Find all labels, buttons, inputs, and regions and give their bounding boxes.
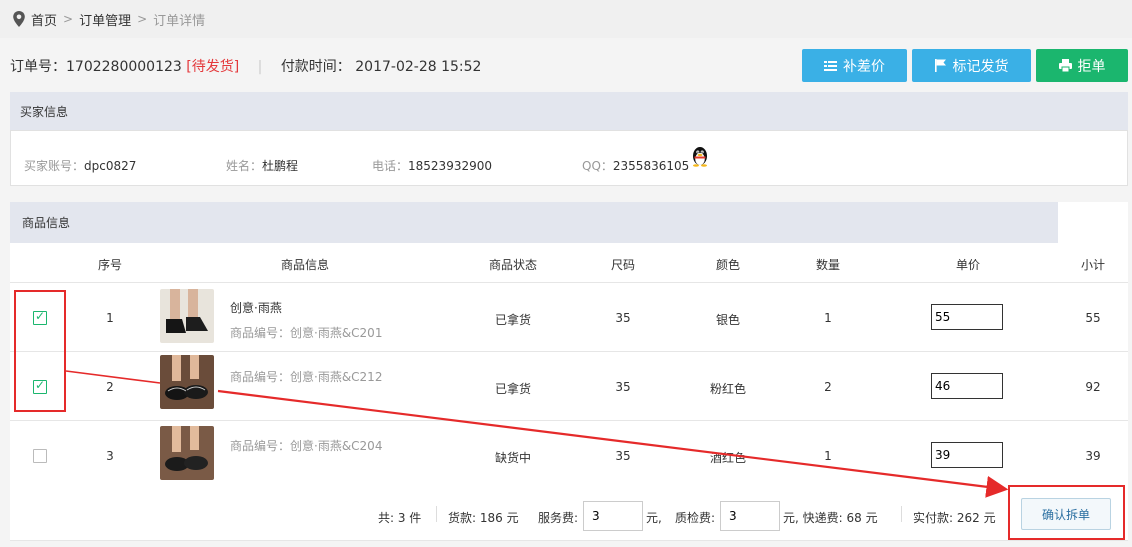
breadcrumb-separator: > bbox=[137, 12, 148, 26]
col-color: 颜色 bbox=[715, 258, 740, 272]
row-index: 1 bbox=[106, 311, 114, 325]
unit-price-input[interactable]: 46 bbox=[931, 373, 1003, 399]
qq-penguin-icon[interactable] bbox=[690, 145, 710, 167]
row-index: 3 bbox=[106, 449, 114, 463]
service-fee-input[interactable]: 3 bbox=[583, 501, 643, 531]
divider bbox=[436, 506, 437, 522]
row-color: 粉红色 bbox=[709, 382, 746, 396]
row-status: 缺货中 bbox=[494, 451, 531, 465]
pay-time-label: 付款时间： bbox=[280, 59, 351, 75]
product-code: 商品编号：创意·雨燕&C201 bbox=[230, 326, 383, 340]
breadcrumb-separator: > bbox=[63, 12, 74, 26]
goods-panel-title-text: 商品信息 bbox=[22, 216, 71, 230]
breadcrumb-orders-link[interactable]: 订单管理 bbox=[79, 10, 131, 29]
list-icon bbox=[824, 60, 837, 71]
buyer-panel-title-text: 买家信息 bbox=[20, 104, 69, 119]
supplement-price-label: 补差价 bbox=[843, 58, 885, 75]
col-quantity: 数量 bbox=[815, 258, 840, 272]
col-unit-price: 单价 bbox=[955, 258, 980, 272]
unit-price-input[interactable]: 55 bbox=[931, 304, 1003, 330]
express-fee: 元, 快递费: 68 元 bbox=[783, 511, 878, 525]
buyer-name-label: 姓名： bbox=[226, 159, 263, 173]
buyer-account: 买家账号：dpc0827 bbox=[24, 157, 136, 174]
product-image bbox=[160, 289, 214, 343]
buyer-name: 姓名：杜鹏程 bbox=[226, 157, 298, 174]
row-subtotal: 55 bbox=[1085, 311, 1101, 325]
product-image bbox=[160, 355, 214, 409]
reject-order-label: 拒单 bbox=[1077, 58, 1106, 75]
row-quantity: 2 bbox=[824, 380, 832, 394]
qc-fee-input[interactable]: 3 bbox=[720, 501, 780, 531]
row-quantity: 1 bbox=[824, 311, 832, 325]
row-size: 35 bbox=[615, 311, 631, 325]
order-status: [待发货] bbox=[186, 59, 240, 75]
product-image bbox=[160, 426, 214, 480]
divider bbox=[901, 506, 902, 522]
buyer-panel-title: 买家信息 bbox=[10, 92, 1128, 130]
col-status: 商品状态 bbox=[488, 258, 537, 272]
paid-amount: 实付款: 262 元 bbox=[913, 511, 996, 525]
order-summary: 共: 3 件 货款: 186 元 服务费: 3 元, 质检费: 3 元, 快递费… bbox=[10, 489, 1128, 541]
reject-order-button[interactable]: 拒单 bbox=[1036, 49, 1128, 82]
col-subtotal: 小计 bbox=[1080, 258, 1105, 272]
order-header: 订单号：1702280000123 [待发货] | 付款时间： 2017-02-… bbox=[0, 38, 1132, 90]
row-color: 酒红色 bbox=[709, 451, 746, 465]
location-pin-icon bbox=[13, 11, 25, 27]
buyer-account-value: dpc0827 bbox=[84, 159, 137, 173]
col-product-info: 商品信息 bbox=[280, 258, 329, 272]
mark-shipped-label: 标记发货 bbox=[952, 58, 1009, 75]
breadcrumb-home-link[interactable]: 首页 bbox=[31, 10, 57, 29]
total-count: 共: 3 件 bbox=[378, 511, 422, 525]
goods-table-header: 序号 商品信息 商品状态 尺码 颜色 数量 单价 小计 bbox=[10, 243, 1128, 283]
row-size: 35 bbox=[615, 380, 631, 394]
flag-icon bbox=[934, 59, 946, 72]
yuan-unit: 元, bbox=[646, 511, 662, 525]
product-name: 创意·雨燕 bbox=[230, 301, 282, 315]
buyer-phone-value: 18523932900 bbox=[408, 159, 492, 173]
divider: | bbox=[257, 59, 263, 75]
service-fee-label: 服务费: bbox=[538, 511, 579, 525]
row-color: 银色 bbox=[715, 313, 740, 327]
goods-fee: 货款: 186 元 bbox=[448, 511, 519, 525]
table-row: 1 创意·雨燕 商品编号：创意·雨燕&C201 已拿货 35 银色 1 55 5… bbox=[10, 283, 1128, 352]
mark-shipped-button[interactable]: 标记发货 bbox=[912, 49, 1031, 82]
qc-fee-label: 质检费: bbox=[675, 511, 716, 525]
row-subtotal: 92 bbox=[1085, 380, 1101, 394]
order-no-value: 1702280000123 bbox=[66, 59, 182, 75]
buyer-name-value: 杜鹏程 bbox=[262, 159, 299, 173]
supplement-price-button[interactable]: 补差价 bbox=[802, 49, 907, 82]
product-code: 商品编号：创意·雨燕&C204 bbox=[230, 439, 383, 453]
buyer-account-label: 买家账号： bbox=[24, 159, 85, 173]
row-status: 已拿货 bbox=[494, 313, 531, 327]
order-info: 订单号：1702280000123 [待发货] | 付款时间： 2017-02-… bbox=[10, 56, 481, 76]
unit-price-input[interactable]: 39 bbox=[931, 442, 1003, 468]
buyer-phone-label: 电话： bbox=[372, 159, 409, 173]
breadcrumb: 首页 > 订单管理 > 订单详情 bbox=[0, 0, 1132, 38]
buyer-qq-label: QQ： bbox=[582, 159, 613, 173]
row-size: 35 bbox=[615, 449, 631, 463]
row-checkbox[interactable] bbox=[33, 449, 47, 463]
buyer-qq-value: 2355836105 bbox=[612, 159, 690, 173]
row-subtotal: 39 bbox=[1085, 449, 1101, 463]
order-no-label: 订单号： bbox=[10, 59, 66, 75]
confirm-highlight-box bbox=[1008, 485, 1125, 540]
checkbox-highlight-box bbox=[14, 290, 66, 412]
buyer-phone: 电话：18523932900 bbox=[372, 157, 492, 174]
row-quantity: 1 bbox=[824, 449, 832, 463]
product-code: 商品编号：创意·雨燕&C212 bbox=[230, 370, 383, 384]
buyer-panel bbox=[10, 130, 1128, 186]
col-index: 序号 bbox=[97, 258, 122, 272]
breadcrumb-current: 订单详情 bbox=[153, 13, 206, 29]
row-index: 2 bbox=[106, 380, 114, 394]
goods-panel-title: 商品信息 bbox=[10, 202, 1058, 243]
table-row: 2 商品编号：创意·雨燕&C212 已拿货 35 粉红色 2 46 92 bbox=[10, 352, 1128, 421]
col-size: 尺码 bbox=[610, 258, 635, 272]
table-row: 3 商品编号：创意·雨燕&C204 缺货中 35 酒红色 1 39 39 bbox=[10, 421, 1128, 490]
row-status: 已拿货 bbox=[494, 382, 531, 396]
buyer-qq: QQ：2355836105 bbox=[582, 157, 689, 174]
pay-time-value: 2017-02-28 15:52 bbox=[355, 59, 482, 75]
goods-panel-title-spacer bbox=[1058, 202, 1128, 243]
printer-icon bbox=[1058, 59, 1072, 72]
